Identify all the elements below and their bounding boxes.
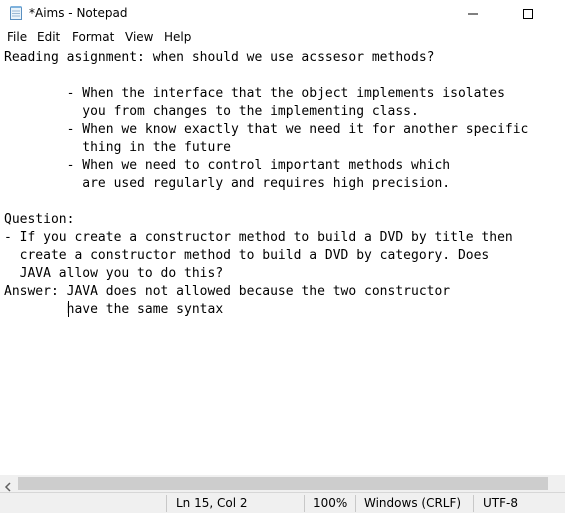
line-ending: Windows (CRLF) — [364, 496, 462, 510]
editor-line: thing in the future — [4, 140, 231, 155]
status-separator — [166, 495, 167, 512]
menu-format[interactable]: Format — [72, 30, 114, 44]
editor-line: you from changes to the implementing cla… — [4, 104, 419, 119]
editor-line: - When the interface that the object imp… — [4, 86, 505, 101]
menu-view[interactable]: View — [125, 30, 153, 44]
notepad-icon — [8, 5, 24, 21]
status-separator — [355, 495, 356, 512]
menu-file[interactable]: File — [7, 30, 27, 44]
zoom-level: 100% — [313, 496, 348, 510]
scroll-left-icon[interactable] — [2, 478, 14, 492]
editor-line: JAVA allow you to do this? — [4, 266, 224, 281]
editor-line: have the same syntax — [4, 302, 224, 317]
editor-line: - When we know exactly that we need it f… — [4, 122, 529, 137]
editor-line: Question: — [4, 212, 75, 227]
editor-line: - When we need to control important meth… — [4, 158, 451, 173]
maximize-icon — [523, 9, 533, 19]
status-separator — [304, 495, 305, 512]
encoding: UTF-8 — [483, 496, 518, 510]
minimize-icon — [468, 13, 478, 15]
menu-help[interactable]: Help — [164, 30, 191, 44]
minimize-button[interactable] — [450, 0, 496, 27]
status-separator — [473, 495, 474, 512]
text-editor[interactable]: Reading asignment: when should we use ac… — [0, 47, 565, 475]
window-title: *Aims - Notepad — [29, 6, 128, 20]
editor-line: Reading asignment: when should we use ac… — [4, 50, 435, 65]
menu-bar: File Edit Format View Help — [0, 28, 565, 47]
cursor-position: Ln 15, Col 2 — [176, 496, 248, 510]
status-bar: Ln 15, Col 2 100% Windows (CRLF) UTF-8 — [0, 492, 565, 513]
editor-line: are used regularly and requires high pre… — [4, 176, 451, 191]
title-bar[interactable]: *Aims - Notepad — [0, 0, 565, 27]
menu-edit[interactable]: Edit — [37, 30, 60, 44]
horizontal-scrollbar[interactable] — [0, 475, 565, 492]
editor-line: Answer: JAVA does not allowed because th… — [4, 284, 451, 299]
text-caret — [68, 301, 69, 317]
editor-line: - If you create a constructor method to … — [4, 230, 513, 245]
editor-line: create a constructor method to build a D… — [4, 248, 490, 263]
maximize-button[interactable] — [505, 0, 551, 27]
scrollbar-thumb[interactable] — [18, 477, 548, 490]
